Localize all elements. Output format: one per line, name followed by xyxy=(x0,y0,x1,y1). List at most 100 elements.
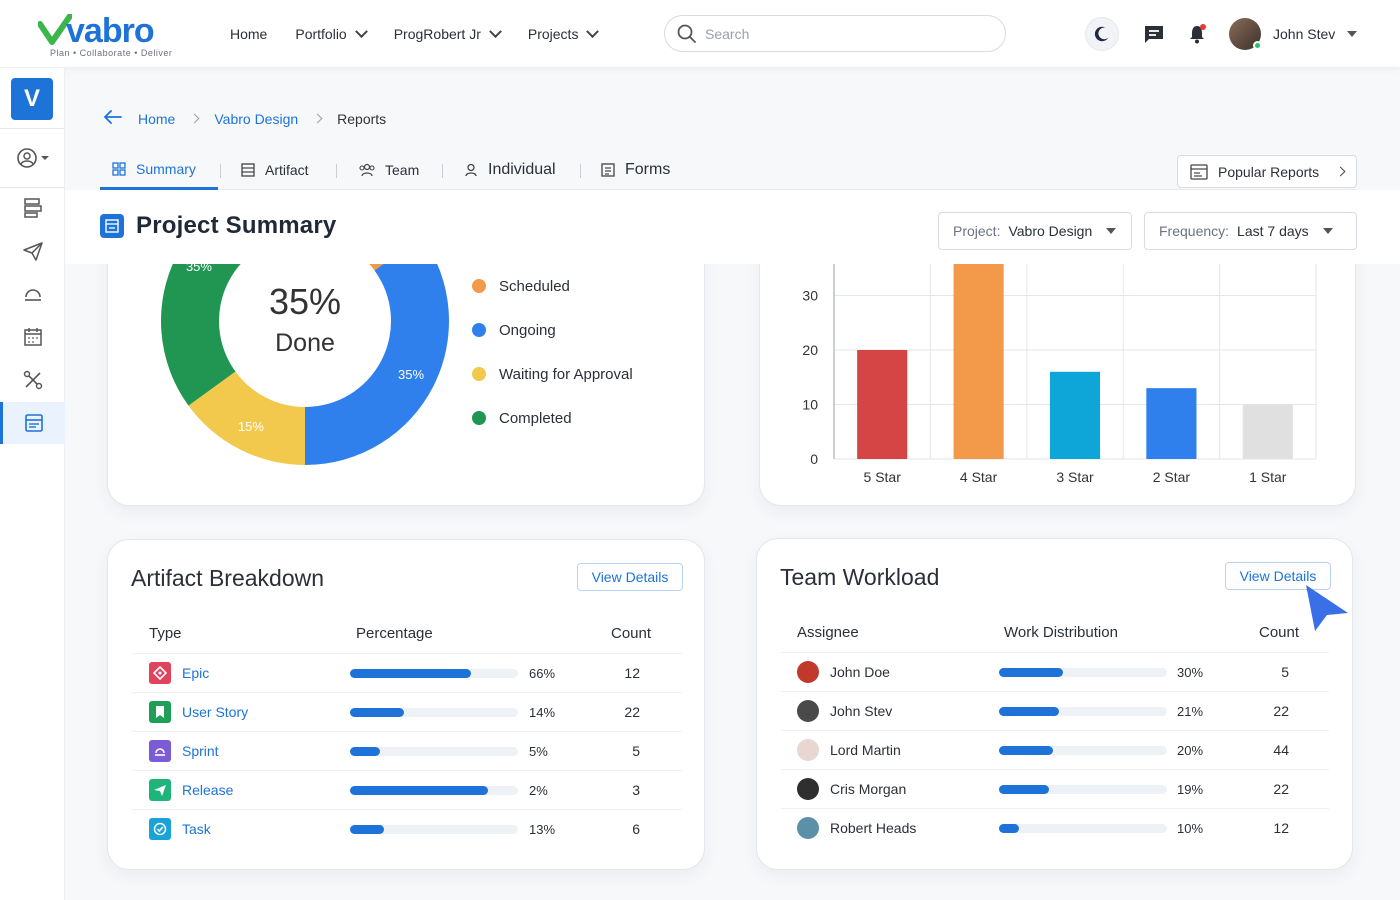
legend-item: Scheduled xyxy=(472,264,633,308)
nav-projects[interactable]: Projects xyxy=(527,24,600,42)
main-nav: Home Portfolio ProgRobert Jr Projects xyxy=(230,0,625,68)
count-value: 22 xyxy=(624,704,640,720)
form-icon xyxy=(601,163,615,177)
table-row: User Story 14% 22 xyxy=(132,692,682,731)
breadcrumb-project[interactable]: Vabro Design xyxy=(214,111,298,127)
tab-summary-label: Summary xyxy=(136,160,196,177)
donut-data-label: 35% xyxy=(398,367,424,382)
avatar xyxy=(797,661,819,683)
column-header-work-distribution: Work Distribution xyxy=(1004,624,1118,641)
summary-icon xyxy=(100,214,124,238)
chevron-right-icon xyxy=(312,113,323,124)
table-row: Epic 66% 12 xyxy=(132,653,682,692)
tab-divider xyxy=(580,164,581,178)
count-value: 22 xyxy=(1273,781,1289,797)
assignee-name: John Stev xyxy=(830,703,893,719)
user-menu[interactable]: John Stev xyxy=(1229,17,1358,51)
nav-program[interactable]: ProgRobert Jr xyxy=(394,24,502,42)
sidebar-divider xyxy=(0,128,65,129)
sidebar-item-sprints[interactable] xyxy=(0,274,65,314)
count-value: 3 xyxy=(632,782,640,798)
legend-swatch xyxy=(472,323,486,337)
workspace-badge[interactable]: V xyxy=(11,78,53,120)
progress-fill xyxy=(350,786,488,795)
release-icon xyxy=(149,779,171,801)
progress-fill xyxy=(350,669,471,678)
assignee-name: Cris Morgan xyxy=(830,781,907,797)
x-tick-label: 2 Star xyxy=(1153,469,1191,485)
tools-icon xyxy=(23,370,42,390)
artifact-type-link[interactable]: Release xyxy=(182,782,233,798)
progress-track xyxy=(999,785,1167,794)
frequency-select[interactable]: Frequency: Last 7 days xyxy=(1144,212,1357,250)
breadcrumb-current: Reports xyxy=(337,110,387,127)
artifact-type-link[interactable]: User Story xyxy=(182,704,248,720)
page-title-row: Project Summary xyxy=(100,212,336,240)
tab-forms[interactable]: Forms xyxy=(601,150,670,190)
popular-reports-button[interactable]: Popular Reports xyxy=(1177,155,1357,188)
legend-swatch xyxy=(472,367,486,381)
sidebar-item-reports[interactable] xyxy=(0,402,65,444)
progress-track xyxy=(350,825,518,834)
legend-label: Completed xyxy=(499,409,572,427)
artifact-type-link[interactable]: Sprint xyxy=(182,743,219,759)
legend-swatch xyxy=(472,411,486,425)
tab-divider xyxy=(336,164,337,178)
percentage-value: 30% xyxy=(1177,664,1204,680)
messages-button[interactable] xyxy=(1137,17,1171,51)
sidebar-item-releases[interactable] xyxy=(0,231,65,271)
progress-track xyxy=(999,746,1167,755)
tab-artifact[interactable]: Artifact xyxy=(241,150,309,190)
moon-icon xyxy=(1094,26,1109,42)
progress-fill xyxy=(350,825,384,834)
sidebar-item-calendar[interactable] xyxy=(0,317,65,357)
search-input[interactable] xyxy=(705,25,985,42)
sidebar-item-boards[interactable] xyxy=(0,188,65,228)
progress-track xyxy=(999,824,1167,833)
artifact-view-details-button[interactable]: View Details xyxy=(577,563,683,591)
donut-data-label: 15% xyxy=(238,419,264,434)
task-icon xyxy=(149,818,171,840)
tab-team[interactable]: Team xyxy=(359,150,419,190)
nav-home[interactable]: Home xyxy=(230,26,267,42)
bell-icon xyxy=(1190,24,1206,44)
breadcrumb-home[interactable]: Home xyxy=(138,111,175,127)
y-tick-label: 10 xyxy=(802,397,818,413)
breadcrumb: Home Vabro Design Reports xyxy=(104,110,386,127)
inbox-icon xyxy=(1145,26,1163,43)
mouse-pointer-icon xyxy=(1306,585,1348,631)
table-row: Task 13% 6 xyxy=(132,809,682,848)
user-story-icon xyxy=(149,701,171,723)
sidebar-item-tools[interactable] xyxy=(0,360,65,400)
vabro-logo[interactable]: vabro Plan • Collaborate • Deliver xyxy=(38,12,188,58)
search-box[interactable] xyxy=(664,15,1006,52)
paper-plane-icon xyxy=(22,242,43,261)
tab-individual[interactable]: Individual xyxy=(464,150,556,190)
artifact-type-link[interactable]: Task xyxy=(182,821,211,837)
legend-label: Ongoing xyxy=(499,321,556,339)
artifact-type-link[interactable]: Epic xyxy=(182,665,209,681)
nav-projects-label: Projects xyxy=(527,26,579,42)
notifications-button[interactable] xyxy=(1180,17,1214,51)
logo-tagline: Plan • Collaborate • Deliver xyxy=(50,48,173,58)
project-select[interactable]: Project: Vabro Design xyxy=(938,212,1132,250)
bar-1-star xyxy=(1242,404,1293,459)
column-header-assignee: Assignee xyxy=(797,624,859,641)
tab-team-label: Team xyxy=(385,162,420,178)
team-workload-card: Team Workload View Details Assignee Work… xyxy=(756,538,1353,870)
sprint-loop-icon xyxy=(24,289,41,301)
frequency-select-label: Frequency: xyxy=(1159,223,1230,239)
report-tabs: Summary Artifact Team Individual Forms xyxy=(100,150,1356,190)
sprint-icon xyxy=(149,740,171,762)
calendar-icon xyxy=(23,328,42,346)
sidebar-item-profile[interactable] xyxy=(0,138,65,178)
count-value: 12 xyxy=(1273,820,1289,836)
nav-portfolio[interactable]: Portfolio xyxy=(295,24,368,42)
tab-summary[interactable]: Summary xyxy=(100,150,218,190)
percentage-value: 5% xyxy=(529,743,548,759)
theme-toggle-button[interactable] xyxy=(1085,17,1119,51)
avatar xyxy=(1229,18,1262,50)
back-arrow-icon[interactable] xyxy=(104,110,122,127)
count-value: 44 xyxy=(1273,742,1289,758)
donut-center-value: 35% xyxy=(269,281,341,322)
